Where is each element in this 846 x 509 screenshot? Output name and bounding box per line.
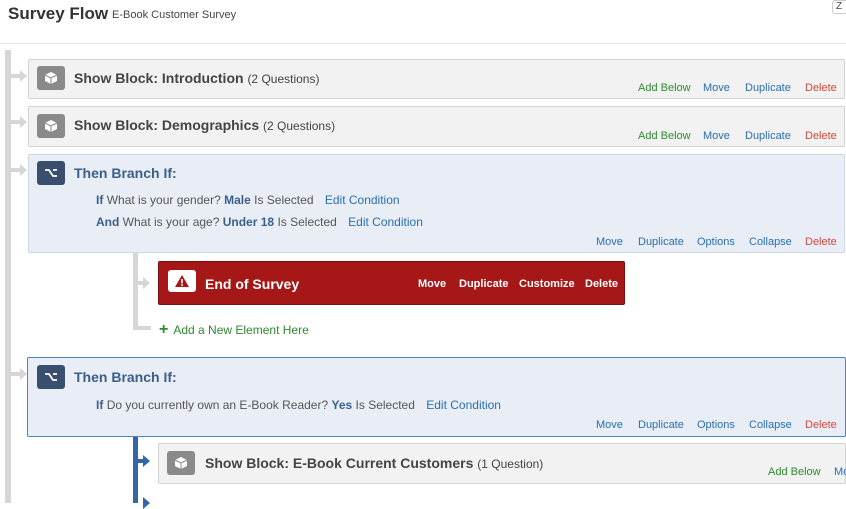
options-button[interactable]: Options <box>697 419 735 431</box>
add-below-button[interactable]: Add Below <box>638 130 691 142</box>
block-title: Show Block: E-Book Current Customers (1 … <box>205 455 543 471</box>
duplicate-button[interactable]: Duplicate <box>745 82 791 94</box>
block-label: Show Block: Demographics <box>74 117 260 133</box>
duplicate-button[interactable]: Duplicate <box>745 130 791 142</box>
duplicate-button[interactable]: Duplicate <box>638 419 684 431</box>
delete-button[interactable]: Delete <box>805 130 837 142</box>
survey-name: E-Book Customer Survey <box>112 9 237 21</box>
cube-icon <box>37 66 65 90</box>
flow-arrow <box>20 164 27 176</box>
cube-icon <box>37 114 65 138</box>
condition-question: What is your gender? <box>106 193 221 207</box>
flow-connector <box>5 120 21 124</box>
branch-icon <box>37 365 65 389</box>
branch-condition: If What is your gender? Male Is Selected… <box>96 193 400 207</box>
collapse-button[interactable]: Collapse <box>749 236 792 248</box>
condition-value: Yes <box>331 398 353 412</box>
header-divider <box>0 43 846 44</box>
page-title: Survey Flow <box>8 4 109 23</box>
options-button[interactable]: Options <box>697 236 735 248</box>
edit-condition-link[interactable]: Edit Condition <box>426 398 501 412</box>
collapse-button[interactable]: Collapse <box>749 419 792 431</box>
condition-conjunction: And <box>96 215 120 229</box>
block-title: Show Block: Introduction (2 Questions) <box>74 70 319 86</box>
flow-arrow <box>20 70 27 82</box>
condition-operator: Is Selected <box>254 193 314 207</box>
branch-icon <box>37 161 65 185</box>
edit-condition-link[interactable]: Edit Condition <box>325 193 400 207</box>
delete-button[interactable]: Delete <box>585 278 618 290</box>
condition-question: What is your age? <box>122 215 220 229</box>
flow-connector <box>5 74 21 78</box>
flow-connector <box>5 372 21 376</box>
flow-arrow <box>20 116 27 128</box>
delete-button[interactable]: Delete <box>805 236 837 248</box>
add-below-button[interactable]: Add Below <box>638 82 691 94</box>
flow-arrow <box>143 497 150 509</box>
corner-button[interactable]: Z <box>832 0 846 14</box>
delete-button[interactable]: Delete <box>805 419 837 431</box>
duplicate-button[interactable]: Duplicate <box>638 236 684 248</box>
condition-question: Do you currently own an E-Book Reader? <box>106 398 329 412</box>
question-count: (2 Questions) <box>263 119 336 133</box>
flow-arrow <box>143 277 150 289</box>
move-button[interactable]: Move <box>596 419 623 431</box>
add-element-label: Add a New Element Here <box>173 323 309 337</box>
question-count: (1 Question) <box>477 457 544 471</box>
flow-arrow <box>20 368 27 380</box>
condition-value: Under 18 <box>222 215 275 229</box>
move-button[interactable]: Mo <box>834 466 846 478</box>
warning-icon <box>168 270 196 292</box>
customize-button[interactable]: Customize <box>519 278 575 290</box>
branch-condition: And What is your age? Under 18 Is Select… <box>96 215 423 229</box>
block-title: Show Block: Demographics (2 Questions) <box>74 117 335 133</box>
add-below-button[interactable]: Add Below <box>768 466 821 478</box>
branch-condition: If Do you currently own an E-Book Reader… <box>96 398 501 412</box>
flow-connector <box>5 168 21 172</box>
edit-condition-link[interactable]: Edit Condition <box>348 215 423 229</box>
nested-rail-selected <box>133 437 138 503</box>
move-button[interactable]: Move <box>596 236 623 248</box>
flow-rail <box>5 50 11 503</box>
block-label: Show Block: E-Book Current Customers <box>205 455 474 471</box>
branch-title: Then Branch If: <box>74 165 177 181</box>
condition-conjunction: If <box>96 398 104 412</box>
end-of-survey-title: End of Survey <box>205 276 300 292</box>
branch-title: Then Branch If: <box>74 369 177 385</box>
move-button[interactable]: Move <box>703 130 730 142</box>
block-label: Show Block: Introduction <box>74 70 244 86</box>
nested-connector <box>133 326 151 330</box>
condition-conjunction: If <box>96 193 104 207</box>
question-count: (2 Questions) <box>247 72 320 86</box>
move-button[interactable]: Move <box>703 82 730 94</box>
delete-button[interactable]: Delete <box>805 82 837 94</box>
condition-value: Male <box>224 193 251 207</box>
add-element-link[interactable]: + Add a New Element Here <box>159 321 309 338</box>
condition-operator: Is Selected <box>277 215 337 229</box>
nested-rail <box>133 253 138 329</box>
plus-icon: + <box>159 321 169 338</box>
flow-arrow <box>143 455 150 467</box>
cube-icon <box>167 451 195 475</box>
duplicate-button[interactable]: Duplicate <box>459 278 509 290</box>
condition-operator: Is Selected <box>355 398 415 412</box>
move-button[interactable]: Move <box>418 278 446 290</box>
